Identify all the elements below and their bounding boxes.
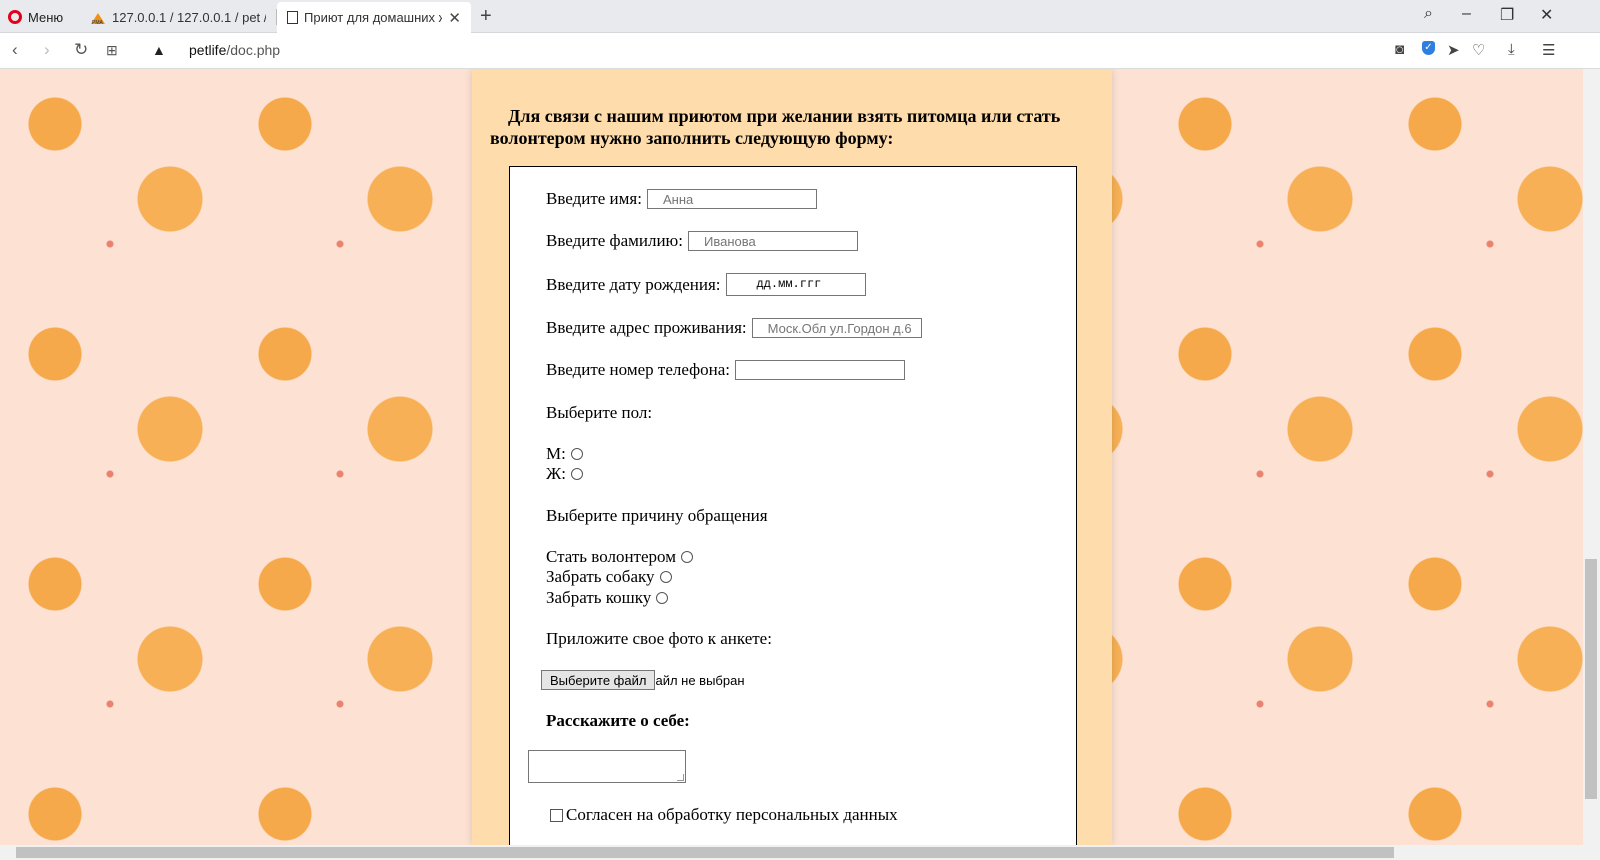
opera-logo-icon [8,10,22,24]
first-name-row: Введите имя: Анна [546,189,817,209]
reason-option-dog: Забрать собаку [546,567,672,587]
consent-label: Согласен на обработку персональных данны… [566,805,898,824]
last-name-input[interactable]: Иванова [687,231,858,251]
send-icon[interactable]: ➤ [1447,41,1460,59]
first-name-label: Введите имя: [546,189,642,208]
photo-label: Приложите свое фото к анкете: [546,629,772,648]
url-field[interactable]: petlife/doc.php [189,42,280,58]
gender-option-m: М: [546,444,583,464]
address-input[interactable]: Моск.Обл ул.Гордон д.6 [751,318,922,338]
gender-option-f: Ж: [546,464,583,484]
opera-menu-button[interactable]: Меню [8,6,63,28]
new-tab-button[interactable]: + [480,5,492,28]
reason-option-volunteer: Стать волонтером [546,547,693,567]
horizontal-scroll-thumb[interactable] [16,847,1394,858]
birthdate-row: Введите дату рождения: дд.мм.ггг [546,273,866,296]
download-icon[interactable]: ⤓ [1508,41,1515,58]
address-label: Введите адрес проживания: [546,318,747,337]
gender-label: Выберите пол: [546,403,653,422]
reason-cat-label: Забрать кошку [546,588,652,607]
tab-title: 127.0.0.1 / 127.0.0.1 / pet / [112,10,266,25]
tab-title: Приют для домашних жив [304,10,442,25]
birthdate-input[interactable]: дд.мм.ггг [725,273,866,296]
reason-dog-radio[interactable] [659,571,672,583]
last-name-label: Введите фамилию: [546,231,683,250]
tab-petlife[interactable]: Приют для домашних жив ✕ [277,2,471,33]
consent-checkbox[interactable] [550,808,563,822]
content-panel: Для связи с нашим приютом при желании вз… [472,69,1112,845]
warning-icon[interactable]: ▲ [152,42,166,58]
choose-file-button[interactable]: Выберите файл [541,670,656,690]
heart-icon[interactable]: ♡ [1472,41,1485,59]
gender-m-radio[interactable] [570,448,583,460]
about-label: Расскажите о себе: [546,711,690,730]
birthdate-label: Введите дату рождения: [546,274,721,294]
reason-volunteer-label: Стать волонтером [546,547,676,566]
phone-label: Введите номер телефона: [546,360,730,379]
svg-text:PMA: PMA [92,20,104,25]
application-form: Введите имя: Анна Введите фамилию: Ивано… [509,166,1077,845]
vpn-shield-icon[interactable]: ✓ [1422,41,1435,55]
easy-setup-icon[interactable]: ☰ [1542,41,1555,59]
close-tab-icon[interactable]: ✕ [448,9,461,27]
tab-phpmyadmin[interactable]: PMA 127.0.0.1 / 127.0.0.1 / pet / [80,2,276,33]
address-row: Введите адрес проживания: Моск.Обл ул.Го… [546,318,922,338]
menu-label: Меню [28,9,64,25]
vertical-scrollbar[interactable] [1583,69,1600,845]
file-upload-row: Выберите файл айл не выбран [541,670,745,690]
reason-label: Выберите причину обращения [546,506,768,525]
about-textarea[interactable] [528,750,686,783]
restore-icon[interactable]: ❐ [1500,5,1514,25]
phone-input[interactable] [734,360,905,380]
back-icon[interactable]: ‹ [12,40,18,60]
gender-f-label: Ж: [546,464,566,483]
tab-bar: Меню PMA 127.0.0.1 / 127.0.0.1 / pet / П… [0,0,1600,33]
reason-dog-label: Забрать собаку [546,567,655,586]
page-background: Для связи с нашим приютом при желании вз… [0,69,1583,845]
last-name-row: Введите фамилию: Иванова [546,231,858,251]
close-window-icon[interactable]: ✕ [1540,5,1553,25]
phpmyadmin-icon: PMA [90,11,106,26]
reason-volunteer-radio[interactable] [680,551,693,563]
speed-dial-icon[interactable]: ⊞ [106,42,118,59]
first-name-input[interactable]: Анна [646,189,817,209]
url-host: petlife [189,42,227,58]
reason-cat-radio[interactable] [656,592,669,604]
minimize-icon[interactable]: – [1462,5,1471,23]
snapshot-icon[interactable]: ◙ [1395,41,1404,58]
consent-row: Согласен на обработку персональных данны… [550,805,898,825]
url-path: /doc.php [226,42,281,58]
document-icon [287,11,298,24]
vertical-scroll-thumb[interactable] [1585,559,1597,799]
search-tabs-icon[interactable]: ⌕ [1424,5,1433,23]
reason-option-cat: Забрать кошку [546,588,669,608]
forward-icon[interactable]: › [44,40,50,60]
file-status: айл не выбран [655,672,745,688]
gender-m-label: М: [546,444,566,463]
horizontal-scrollbar[interactable] [0,845,1600,860]
phone-row: Введите номер телефона: [546,360,905,380]
page-heading: Для связи с нашим приютом при желании вз… [490,106,1061,148]
address-bar: ‹ › ↻ ⊞ ▲ petlife/doc.php ◙ ✓ ➤ ♡ ⤓ ☰ [0,33,1600,69]
gender-f-radio[interactable] [570,468,583,480]
reload-icon[interactable]: ↻ [74,40,88,60]
